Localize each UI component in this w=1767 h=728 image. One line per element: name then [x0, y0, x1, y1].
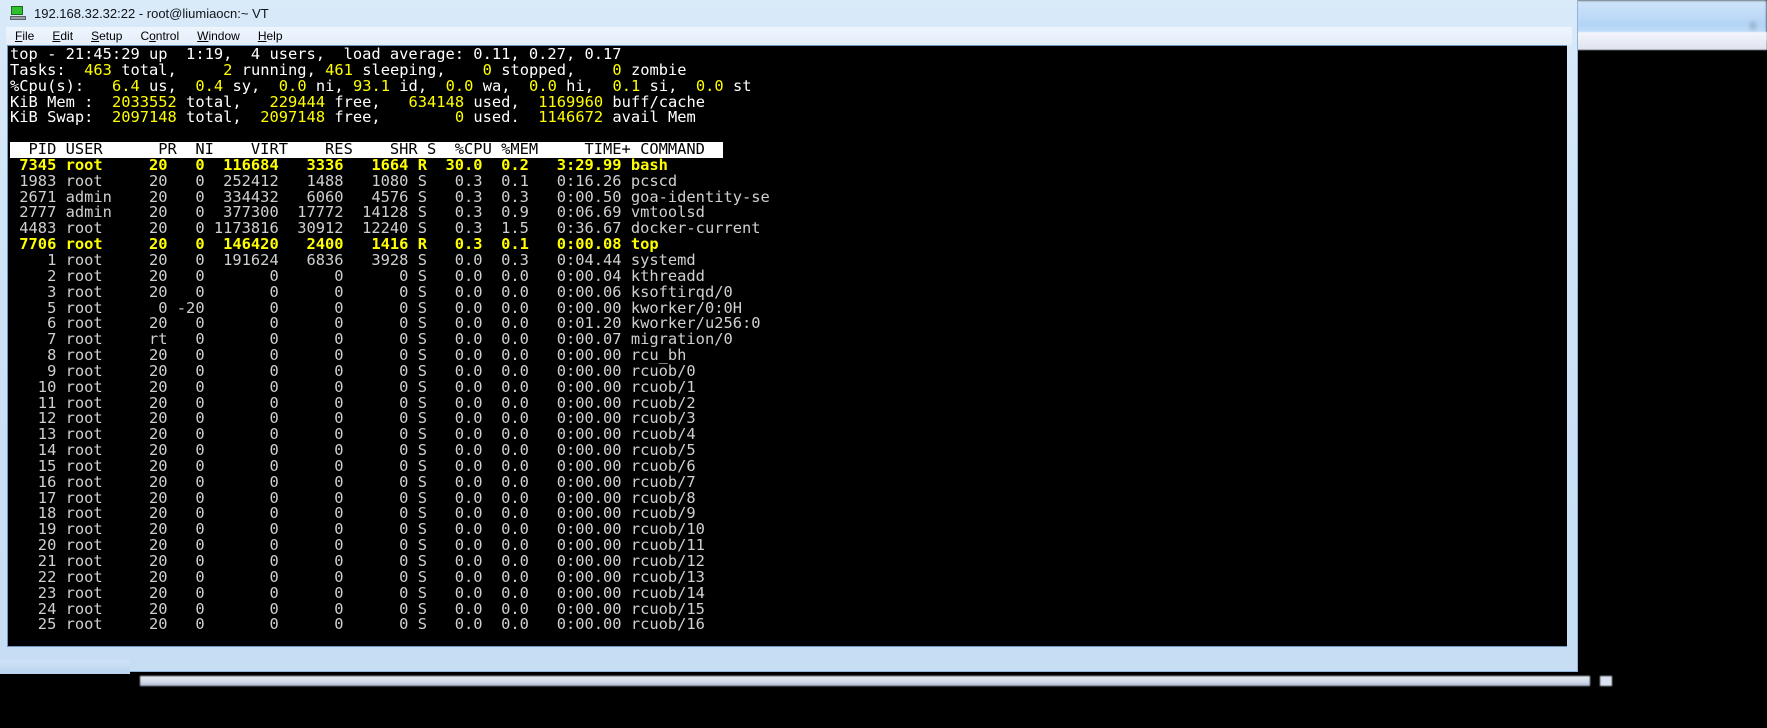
value: 0: [380, 108, 465, 127]
menu-item-help-label: elp: [266, 29, 283, 43]
menu-item-edit[interactable]: Edit: [43, 27, 82, 45]
terminal-text[interactable]: top - 21:45:29 up 1:19, 4 users, load av…: [10, 47, 1566, 645]
menu-item-window-label: indow: [208, 29, 240, 43]
taskbar-strip: [140, 676, 1590, 686]
window-titlebar[interactable]: 192.168.32.32:22 - root@liumiaocn:~ VT: [0, 0, 1578, 26]
menu-item-control[interactable]: Control: [131, 27, 188, 45]
process-row[interactable]: 25 root 20 0 0 0 0 S 0.0 0.0 0:00.00 rcu…: [10, 617, 1566, 633]
label: st: [723, 76, 752, 95]
menubar: File Edit Setup Control Window Help: [6, 27, 1572, 45]
window-bottom-edge: [0, 660, 130, 674]
menu-item-edit-label: dit: [60, 29, 74, 43]
value: 2097148: [241, 108, 326, 127]
value: 2097148: [93, 108, 177, 127]
taskbar-strip-right: [1600, 676, 1612, 686]
vt-terminal-window: 192.168.32.32:22 - root@liumiaocn:~ VT F…: [0, 0, 1578, 672]
top-summary-swap: KiB Swap: 2097148 total, 2097148 free, 0…: [10, 108, 1566, 127]
menu-item-help[interactable]: Help: [249, 27, 292, 45]
menu-item-setup-label: etup: [99, 29, 123, 43]
label: KiB Swap:: [10, 108, 94, 127]
label: avail Mem: [603, 108, 696, 127]
menu-item-window[interactable]: Window: [188, 27, 249, 45]
menu-item-setup[interactable]: Setup: [82, 27, 131, 45]
menu-item-control-label: ntrol: [155, 29, 180, 43]
window-title: 192.168.32.32:22 - root@liumiaocn:~ VT: [34, 5, 269, 21]
menu-item-file[interactable]: File: [6, 27, 43, 45]
screen: 192.168.32.32:22 - root@liumiaocn:~ VT F…: [0, 0, 1767, 728]
terminal-client-area[interactable]: top - 21:45:29 up 1:19, 4 users, load av…: [7, 45, 1567, 647]
label: used.: [464, 108, 520, 127]
label: free,: [325, 108, 381, 127]
label: total,: [176, 108, 242, 127]
menu-item-file-label: ile: [22, 29, 35, 43]
value: 1146672: [519, 108, 604, 127]
terminal-icon: [10, 5, 26, 21]
